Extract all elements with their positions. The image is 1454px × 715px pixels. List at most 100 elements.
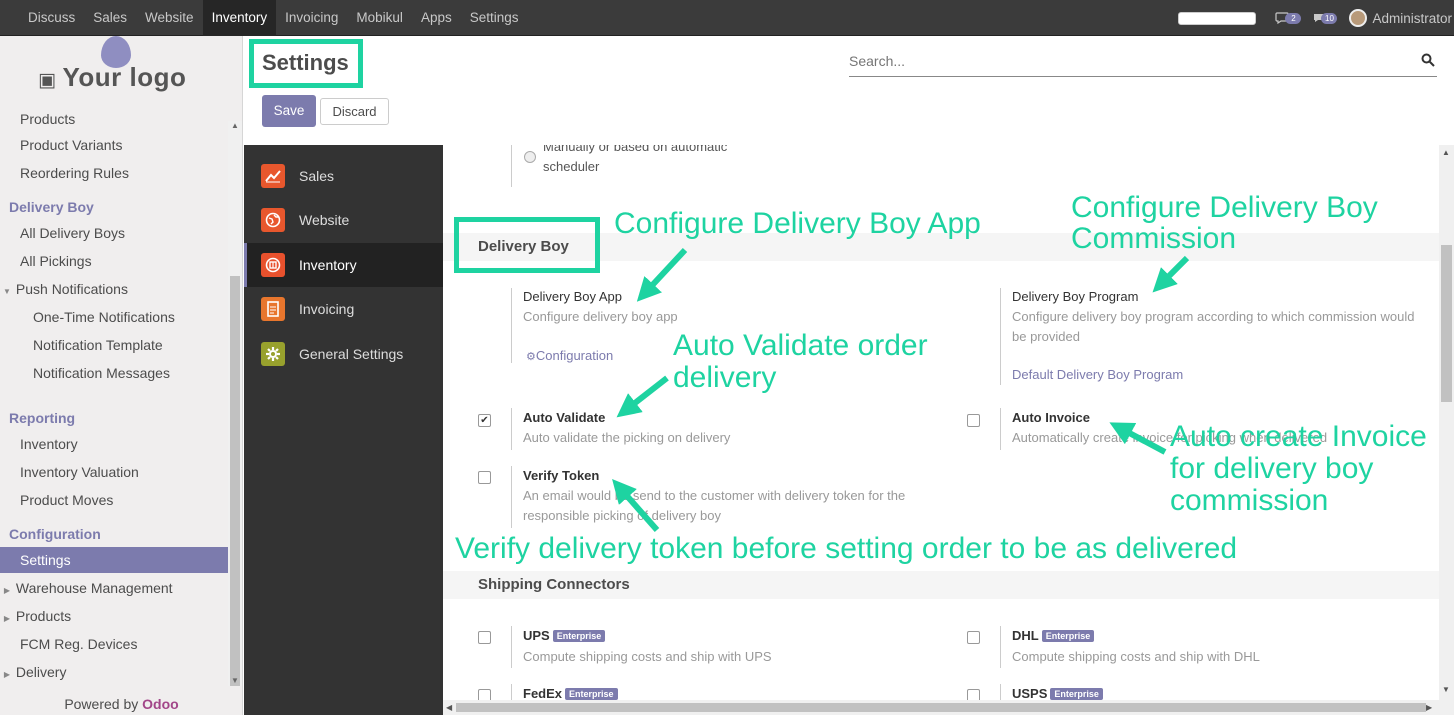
divider [1000, 684, 1001, 700]
dhl-label-text: DHL [1012, 628, 1039, 643]
enterprise-badge: Enterprise [1050, 688, 1103, 700]
sidebar-header-delivery-boy[interactable]: Delivery Boy [0, 194, 228, 220]
default-delivery-boy-program-link[interactable]: Default Delivery Boy Program [1012, 367, 1183, 382]
odoo-link[interactable]: Odoo [142, 696, 179, 712]
avatar[interactable] [1349, 9, 1368, 27]
sidebar-item-notification-messages[interactable]: Notification Messages [0, 360, 228, 386]
dhl-checkbox[interactable] [967, 631, 980, 644]
top-navbar: Discuss Sales Website Inventory Invoicin… [0, 0, 1454, 36]
sidebar-item-product-moves[interactable]: Product Moves [0, 487, 228, 513]
scroll-down-icon[interactable]: ▼ [1442, 685, 1450, 694]
sidebar-item-notification-template[interactable]: Notification Template [0, 332, 228, 358]
ups-label: UPS Enterprise [523, 628, 606, 643]
menu-discuss[interactable]: Discuss [19, 0, 84, 36]
verify-token-checkbox[interactable] [478, 471, 491, 484]
auto-invoice-checkbox[interactable] [967, 414, 980, 427]
caret-down-icon: ▼ [3, 287, 11, 296]
content-vertical-scrollbar[interactable]: ▲ ▼ [1439, 145, 1454, 700]
settings-nav-sales[interactable]: Sales [244, 154, 443, 198]
divider [1000, 288, 1001, 385]
search-bar [849, 46, 1437, 77]
delivery-boy-app-label: Delivery Boy App [523, 289, 622, 304]
sidebar-item-product-variants[interactable]: Product Variants [0, 132, 228, 158]
caret-right-icon: ▶ [3, 670, 11, 679]
ups-desc: Compute shipping costs and ship with UPS [523, 649, 772, 664]
settings-nav-label: Inventory [299, 257, 357, 273]
cogs-icon: ⚙ [526, 351, 536, 363]
invoice-icon [261, 297, 285, 321]
enterprise-badge: Enterprise [552, 630, 606, 642]
content-horizontal-scrollbar[interactable]: ◀ ▶ [443, 700, 1454, 715]
content-scroll-thumb[interactable] [1441, 245, 1452, 402]
menu-website[interactable]: Website [136, 0, 203, 36]
scroll-up-icon[interactable]: ▲ [1442, 148, 1450, 157]
dhl-label: DHL Enterprise [1012, 628, 1095, 643]
search-icon[interactable] [1421, 53, 1435, 67]
sidebar-item-one-time-notifications[interactable]: One-Time Notifications [0, 304, 228, 330]
ups-checkbox[interactable] [478, 631, 491, 644]
scroll-right-icon[interactable]: ▶ [1426, 703, 1432, 712]
settings-nav-label: General Settings [299, 346, 404, 362]
content-hscroll-thumb[interactable] [456, 703, 1426, 712]
fedex-checkbox[interactable] [478, 689, 491, 700]
sidebar-item-settings[interactable]: Settings [0, 547, 228, 573]
scroll-down-icon[interactable]: ▼ [231, 676, 239, 685]
sidebar-item-reordering-rules[interactable]: Reordering Rules [0, 160, 228, 186]
progress-bar[interactable] [1178, 11, 1257, 25]
chat-icon[interactable]: 2 [1275, 12, 1302, 24]
sidebar-item-inventory-report[interactable]: Inventory [0, 431, 228, 457]
sidebar-item-all-pickings[interactable]: All Pickings [0, 248, 228, 274]
menu-inventory[interactable]: Inventory [202, 0, 277, 36]
menu-sales[interactable]: Sales [84, 0, 136, 36]
save-button[interactable]: Save [262, 95, 316, 127]
menu-settings[interactable]: Settings [461, 0, 528, 36]
usps-checkbox[interactable] [967, 689, 980, 700]
sidebar-item-warehouse-management[interactable]: ▶ Warehouse Management [0, 575, 228, 601]
page-title: Settings [262, 50, 349, 75]
sidebar-item-all-delivery-boys[interactable]: All Delivery Boys [0, 220, 228, 246]
settings-nav-label: Invoicing [299, 301, 355, 317]
activity-icon[interactable]: 10 [1313, 12, 1338, 24]
divider [1000, 408, 1001, 450]
sidebar-header-configuration[interactable]: Configuration [0, 521, 228, 547]
annotation-validate-line2: delivery [673, 361, 777, 394]
auto-validate-checkbox[interactable]: ✔ [478, 414, 491, 427]
menu-mobikul[interactable]: Mobikul [347, 0, 412, 36]
discard-button[interactable]: Discard [320, 98, 389, 125]
verify-token-label: Verify Token [523, 468, 600, 483]
company-logo[interactable]: ▣ Your logo [0, 36, 243, 120]
gear-icon [261, 342, 285, 366]
sidebar-scroll-thumb[interactable] [230, 276, 240, 686]
sidebar-item-products[interactable]: ▶ Products [0, 603, 228, 629]
scheduler-radio[interactable] [524, 151, 536, 163]
search-input[interactable] [849, 46, 1409, 76]
activity-badge: 10 [1321, 12, 1338, 24]
scroll-left-icon[interactable]: ◀ [446, 703, 452, 712]
sidebar-item-label: Push Notifications [15, 281, 128, 297]
sidebar-scrollbar[interactable]: ▲ ▼ [228, 121, 242, 686]
user-menu[interactable]: Administrator [1372, 11, 1454, 26]
enterprise-badge: Enterprise [1041, 630, 1095, 642]
annotation-commission-line2: Commission [1071, 222, 1237, 255]
warehouse-icon [261, 253, 285, 277]
divider [511, 684, 512, 700]
sidebar-item-inventory-valuation[interactable]: Inventory Valuation [0, 459, 228, 485]
sidebar-item-delivery[interactable]: ▶ Delivery [0, 659, 228, 685]
auto-invoice-label: Auto Invoice [1012, 410, 1091, 425]
sidebar-item-products-top[interactable]: Products [0, 114, 228, 132]
annotation-invoice-line2: for delivery boy [1170, 452, 1374, 485]
fedex-label-text: FedEx [523, 686, 563, 700]
configuration-link[interactable]: ⚙Configuration [526, 348, 613, 363]
settings-nav-invoicing[interactable]: Invoicing [244, 287, 443, 331]
sidebar-header-reporting[interactable]: Reporting [0, 405, 228, 431]
menu-invoicing[interactable]: Invoicing [276, 0, 347, 36]
menu-apps[interactable]: Apps [412, 0, 461, 36]
sidebar-item-push-notifications[interactable]: ▼ Push Notifications [0, 276, 228, 302]
settings-nav-website[interactable]: Website [244, 198, 443, 242]
scroll-up-icon[interactable]: ▲ [231, 121, 239, 130]
delivery-boy-program-desc: Configure delivery boy program according… [1012, 309, 1415, 344]
sidebar-item-label: Warehouse Management [15, 580, 173, 596]
settings-nav-inventory[interactable]: Inventory [244, 243, 443, 287]
settings-nav-general-settings[interactable]: General Settings [244, 332, 443, 376]
sidebar-item-fcm-reg-devices[interactable]: FCM Reg. Devices [0, 631, 228, 657]
